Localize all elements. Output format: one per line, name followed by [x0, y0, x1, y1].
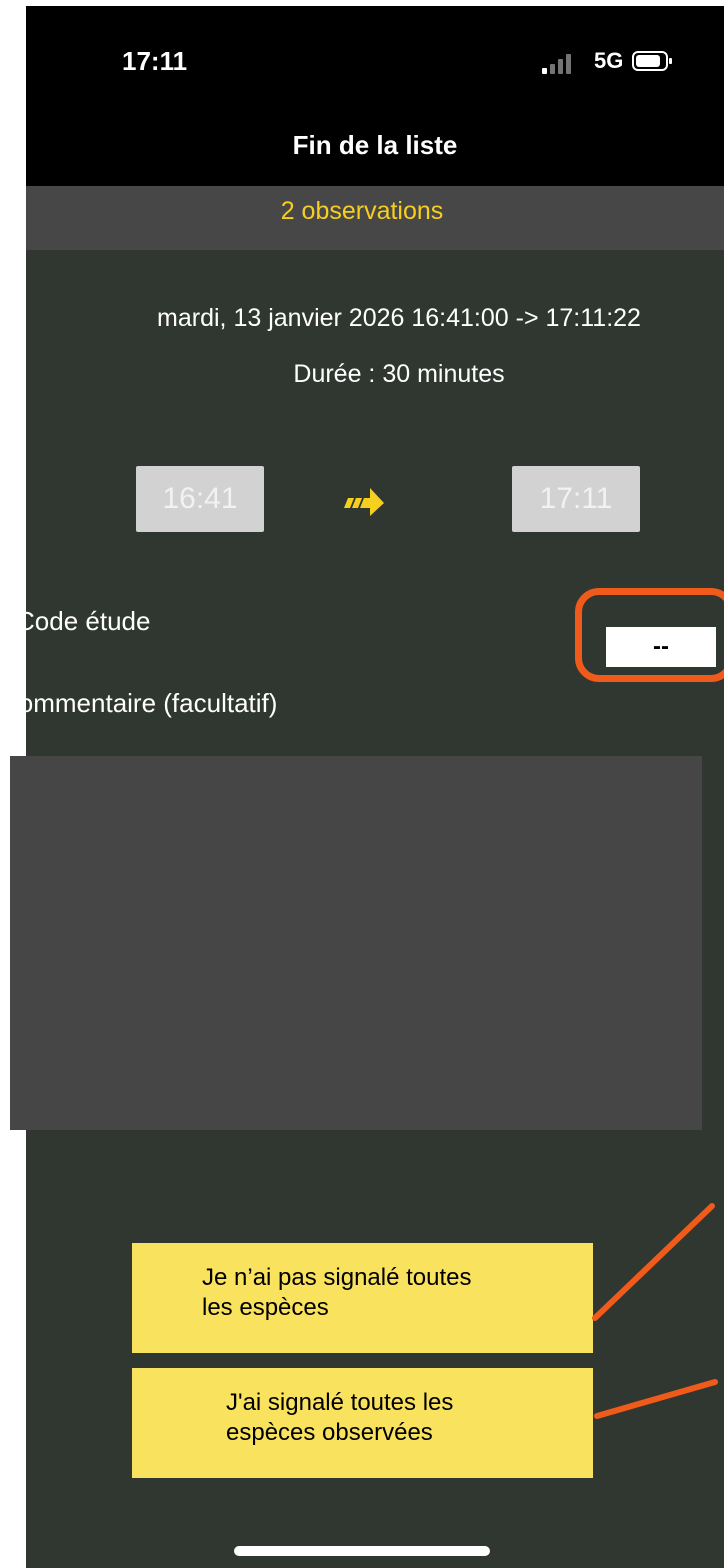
not-all-species-button[interactable]: Je n’ai pas signalé toutes les espèces — [132, 1243, 593, 1353]
session-date-range: mardi, 13 janvier 2026 16:41:00 -> 17:11… — [157, 304, 641, 332]
observations-count[interactable]: 2 observations — [0, 197, 724, 226]
all-species-line1: J'ai signalé toutes les — [226, 1389, 454, 1416]
session-duration: Durée : 30 minutes — [293, 360, 505, 388]
network-type: 5G — [594, 48, 624, 73]
comment-textarea[interactable] — [10, 756, 702, 1130]
double-arrow-right-icon — [344, 488, 384, 516]
page-title: Fin de la liste — [292, 130, 458, 160]
not-all-species-line2: les espèces — [202, 1294, 329, 1321]
all-species-line2: espèces observées — [226, 1419, 433, 1446]
not-all-species-line1: Je n’ai pas signalé toutes — [202, 1264, 472, 1291]
status-bar: 17:11 5G — [26, 6, 724, 116]
status-time: 17:11 — [122, 46, 188, 76]
start-time-field[interactable]: 16:41 — [136, 466, 264, 532]
battery-icon — [632, 51, 672, 71]
study-code-field[interactable]: -- — [606, 627, 716, 667]
home-indicator[interactable] — [234, 1546, 490, 1556]
study-code-label: Code étude — [16, 606, 151, 636]
all-species-button[interactable]: J'ai signalé toutes les espèces observée… — [132, 1368, 593, 1478]
comment-label: Commentaire (facultatif) — [0, 688, 278, 718]
cellular-signal-icon — [542, 52, 572, 74]
end-time-field[interactable]: 17:11 — [512, 466, 640, 532]
